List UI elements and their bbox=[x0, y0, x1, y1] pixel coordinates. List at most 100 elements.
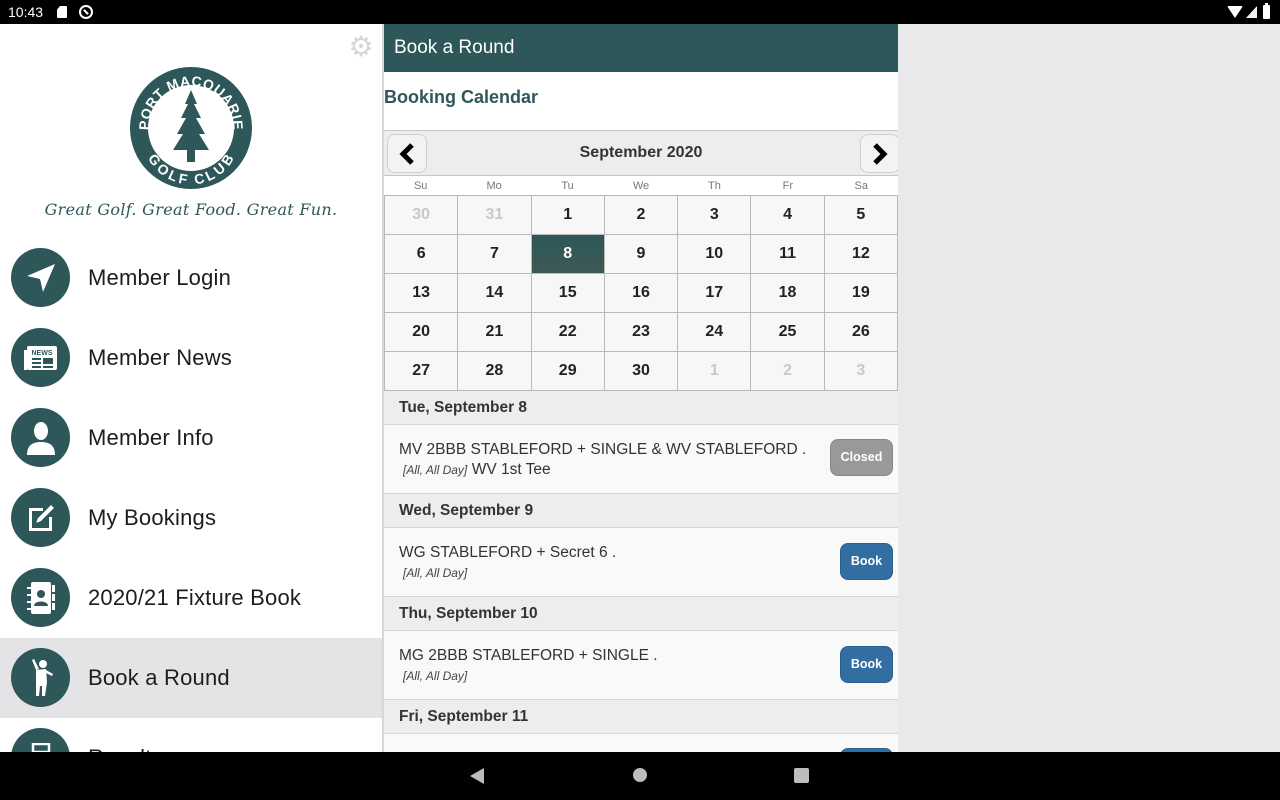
calendar-day[interactable]: 7 bbox=[458, 235, 532, 274]
event-title: WG STABLEFORD + Secret 6 . bbox=[399, 544, 617, 561]
newspaper-icon: NEWS bbox=[11, 328, 70, 387]
book-button[interactable]: Book bbox=[840, 543, 893, 580]
book-button[interactable]: Book bbox=[840, 646, 893, 683]
menu-item-label: 2020/21 Fixture Book bbox=[88, 585, 302, 610]
signal-icon bbox=[1246, 6, 1257, 18]
event-item bbox=[384, 734, 898, 752]
calendar-day[interactable]: 14 bbox=[458, 274, 532, 313]
person-icon bbox=[11, 408, 70, 467]
do-not-disturb-icon bbox=[79, 5, 93, 19]
svg-text:NEWS: NEWS bbox=[31, 350, 52, 357]
sd-card-icon bbox=[57, 6, 67, 18]
menu-item-label: Member Login bbox=[88, 265, 232, 290]
event-list: Tue, September 8 MV 2BBB STABLEFORD + SI… bbox=[384, 391, 898, 752]
event-item: MG 2BBB STABLEFORD + SINGLE . [All, All … bbox=[384, 631, 898, 700]
calendar-day[interactable]: 2 bbox=[751, 352, 825, 391]
event-location: WV 1st Tee bbox=[471, 461, 551, 478]
calendar-day[interactable]: 29 bbox=[531, 352, 605, 391]
navigation-arrow-icon bbox=[11, 248, 70, 307]
recent-apps-icon[interactable] bbox=[794, 768, 809, 783]
next-month-button[interactable] bbox=[860, 134, 898, 173]
weekday-label: Mo bbox=[486, 180, 502, 192]
weekday-header: Su Mo Tu We Th Fr Sa bbox=[384, 176, 898, 196]
event-title: MG 2BBB STABLEFORD + SINGLE . bbox=[399, 647, 658, 664]
calendar-day[interactable]: 13 bbox=[385, 274, 459, 313]
calendar-day[interactable]: 21 bbox=[458, 313, 532, 352]
event-details: [All, All Day] bbox=[403, 564, 467, 582]
event-details: [All, All Day] bbox=[403, 667, 467, 685]
event-item: MV 2BBB STABLEFORD + SINGLE & WV STABLEF… bbox=[384, 425, 898, 494]
calendar-day[interactable]: 1 bbox=[678, 352, 752, 391]
status-time: 10:43 bbox=[8, 4, 44, 20]
calendar-day[interactable]: 28 bbox=[458, 352, 532, 391]
calendar-day[interactable]: 10 bbox=[678, 235, 752, 274]
gear-icon[interactable]: ⚙ bbox=[347, 33, 375, 61]
menu-item-my-bookings[interactable]: My Bookings bbox=[0, 478, 382, 558]
calendar-day[interactable]: 6 bbox=[385, 235, 459, 274]
page-title: Book a Round bbox=[384, 24, 898, 72]
calendar-day[interactable]: 30 bbox=[385, 196, 459, 235]
calendar-day[interactable]: 3 bbox=[678, 196, 752, 235]
event-date-header: Wed, September 9 bbox=[384, 494, 898, 528]
battery-icon bbox=[1263, 3, 1270, 19]
weekday-label: We bbox=[632, 180, 650, 192]
calendar-day[interactable]: 15 bbox=[531, 274, 605, 313]
calendar-day[interactable]: 16 bbox=[604, 274, 679, 313]
booking-calendar: September 2020 Su Mo Tu We Th Fr Sa 30 31… bbox=[384, 130, 898, 391]
calendar-grid: 30 31 1 2 3 4 5 6 7 8 9 10 11 12 13 14 15 16 17 18 19 20 21 22 2… bbox=[384, 196, 898, 391]
chevron-right-icon bbox=[873, 142, 888, 165]
event-date-header: Thu, September 10 bbox=[384, 597, 898, 631]
calendar-day[interactable]: 22 bbox=[531, 313, 605, 352]
calendar-day[interactable]: 1 bbox=[531, 196, 605, 235]
menu-item-member-login[interactable]: Member Login bbox=[0, 238, 382, 318]
calendar-day[interactable]: 24 bbox=[678, 313, 752, 352]
calendar-day[interactable]: 20 bbox=[385, 313, 459, 352]
golfer-icon bbox=[11, 648, 70, 707]
edit-pencil-icon bbox=[11, 488, 70, 547]
closed-button[interactable]: Closed bbox=[830, 439, 893, 476]
calendar-header: September 2020 bbox=[384, 131, 898, 176]
calendar-day[interactable]: 11 bbox=[751, 235, 825, 274]
calendar-day[interactable]: 5 bbox=[824, 196, 898, 235]
calendar-day[interactable]: 30 bbox=[604, 352, 679, 391]
menu-item-label: Book a Round bbox=[88, 665, 230, 690]
menu-item-label: Member Info bbox=[88, 425, 214, 450]
home-icon[interactable] bbox=[633, 768, 647, 782]
calendar-day[interactable]: 23 bbox=[604, 313, 679, 352]
calendar-day[interactable]: 4 bbox=[751, 196, 825, 235]
calendar-day[interactable]: 17 bbox=[678, 274, 752, 313]
book-a-round-panel: Book a Round Booking Calendar September … bbox=[384, 24, 898, 752]
section-title: Booking Calendar bbox=[384, 72, 898, 130]
empty-content-area bbox=[898, 24, 1280, 752]
event-title: MV 2BBB STABLEFORD + SINGLE & WV STABLEF… bbox=[399, 441, 807, 458]
tagline: Great Golf. Great Food. Great Fun. bbox=[44, 200, 338, 219]
event-date-header: Tue, September 8 bbox=[384, 391, 898, 425]
menu-item-fixture-book[interactable]: 2020/21 Fixture Book bbox=[0, 558, 382, 638]
calendar-day-selected[interactable]: 8 bbox=[531, 235, 605, 274]
calendar-day[interactable]: 25 bbox=[751, 313, 825, 352]
weekday-label: Tu bbox=[561, 180, 574, 192]
weekday-label: Sa bbox=[854, 180, 869, 192]
event-meta: [All, All Day] bbox=[403, 463, 468, 477]
calendar-day[interactable]: 19 bbox=[824, 274, 898, 313]
calendar-day[interactable]: 9 bbox=[604, 235, 679, 274]
menu-item-member-news[interactable]: NEWS Member News bbox=[0, 318, 382, 398]
calendar-day[interactable]: 18 bbox=[751, 274, 825, 313]
month-label: September 2020 bbox=[579, 144, 703, 161]
calendar-day[interactable]: 3 bbox=[824, 352, 898, 391]
menu-item-results[interactable]: Results bbox=[0, 718, 382, 752]
drawer-menu: Member Login NEWS Member News Member Inf… bbox=[0, 238, 382, 752]
event-item: WG STABLEFORD + Secret 6 . [All, All Day… bbox=[384, 528, 898, 597]
event-meta: [All, All Day] bbox=[403, 669, 468, 683]
calendar-day[interactable]: 12 bbox=[824, 235, 898, 274]
weekday-label: Th bbox=[708, 180, 721, 192]
calendar-day[interactable]: 31 bbox=[458, 196, 532, 235]
calendar-day[interactable]: 26 bbox=[824, 313, 898, 352]
menu-item-book-a-round[interactable]: Book a Round bbox=[0, 638, 382, 718]
calendar-day[interactable]: 27 bbox=[385, 352, 459, 391]
menu-item-member-info[interactable]: Member Info bbox=[0, 398, 382, 478]
menu-item-label: My Bookings bbox=[88, 505, 217, 530]
back-icon[interactable] bbox=[470, 768, 484, 784]
printer-icon bbox=[11, 728, 70, 752]
calendar-day[interactable]: 2 bbox=[604, 196, 679, 235]
